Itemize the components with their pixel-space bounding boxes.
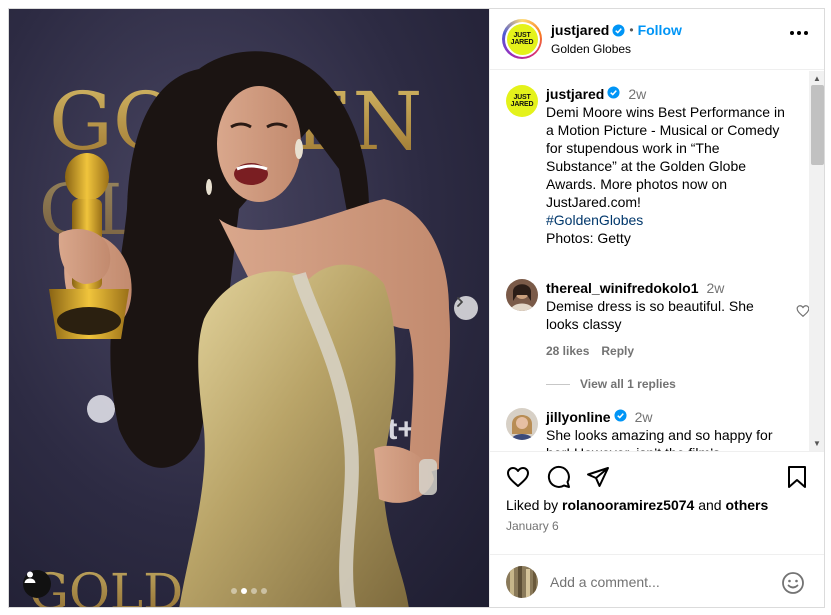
liked-by-text: Liked by rolanooramirez5074 and others: [506, 497, 769, 513]
comment-text: Demise dress is so beautiful. She looks …: [546, 298, 754, 332]
comments-scrollbar[interactable]: ▲ ▼: [809, 71, 824, 451]
comment-timestamp[interactable]: 2w: [635, 409, 653, 425]
tagged-users-button[interactable]: [23, 570, 51, 598]
separator-dot: •: [629, 23, 634, 37]
post-photo[interactable]: GO EN GL GOLD nt+: [9, 9, 489, 608]
post-modal: GO EN GL GOLD nt+: [8, 8, 825, 608]
post-side-panel: JUST JARED justjared • Follow Golden Glob…: [489, 9, 824, 607]
commenter-avatar[interactable]: [506, 279, 538, 311]
verified-badge-icon: [612, 23, 625, 37]
emoji-picker-icon[interactable]: [781, 571, 805, 600]
carousel-dot: [261, 588, 267, 594]
post-date[interactable]: January 6: [506, 519, 559, 533]
liked-by-user[interactable]: rolanooramirez5074: [562, 497, 694, 513]
view-replies-button[interactable]: View all 1 replies: [546, 377, 676, 391]
user-icon: [24, 571, 36, 583]
scrollbar-thumb[interactable]: [811, 85, 824, 165]
carousel-dot: [231, 588, 237, 594]
justjared-logo: JUST JARED: [506, 23, 538, 55]
current-user-avatar: [506, 566, 538, 598]
carousel-dot: [241, 588, 247, 594]
comment-bubble-icon[interactable]: [547, 465, 571, 494]
commenter-avatar[interactable]: [506, 408, 538, 440]
add-comment-input[interactable]: [550, 574, 770, 590]
comment-item: jillyonline 2w She looks amazing and so h…: [506, 408, 796, 451]
scroll-up-arrow-icon[interactable]: ▲: [813, 74, 821, 83]
photo-illustration: GO EN GL GOLD nt+: [29, 51, 451, 608]
caption-author-username[interactable]: justjared: [546, 86, 604, 102]
carousel-indicator: [231, 588, 267, 594]
caption-credit: Photos: Getty: [546, 230, 631, 246]
comment-likes-count[interactable]: 28 likes: [546, 342, 589, 360]
author-username[interactable]: justjared: [551, 22, 609, 38]
next-photo-button[interactable]: [454, 296, 478, 320]
reply-button[interactable]: Reply: [601, 342, 634, 360]
post-location[interactable]: Golden Globes: [551, 42, 682, 56]
like-comment-heart-icon[interactable]: [796, 304, 810, 323]
comments-list: JUST JARED justjared 2w Demi Moore wins Be…: [490, 71, 824, 451]
comment-item: thereal_winifredokolo1 2w Demise dress is…: [506, 279, 810, 360]
add-comment-bar: [490, 554, 824, 607]
caption-author-avatar[interactable]: JUST JARED: [506, 85, 538, 117]
caption-timestamp[interactable]: 2w: [628, 86, 646, 102]
follow-button[interactable]: Follow: [638, 22, 682, 38]
caption-hashtag[interactable]: #GoldenGlobes: [546, 211, 791, 229]
verified-badge-icon: [614, 409, 627, 422]
like-heart-icon[interactable]: [505, 465, 531, 494]
save-bookmark-icon[interactable]: [787, 465, 807, 494]
author-avatar[interactable]: JUST JARED: [502, 19, 542, 59]
chevron-right-icon: [457, 297, 463, 307]
commenter-username[interactable]: thereal_winifredokolo1: [546, 280, 698, 296]
more-options-icon[interactable]: [790, 31, 808, 35]
scroll-down-arrow-icon[interactable]: ▼: [813, 439, 821, 448]
commenter-username[interactable]: jillyonline: [546, 409, 611, 425]
svg-text:GOLD: GOLD: [29, 563, 183, 608]
comment-text: She looks amazing and so happy for her! …: [546, 427, 773, 451]
share-send-icon[interactable]: [586, 465, 610, 494]
post-header: JUST JARED justjared • Follow Golden Glob…: [490, 9, 824, 70]
caption-text: Demi Moore wins Best Performance in a Mo…: [546, 104, 785, 210]
carousel-dot: [251, 588, 257, 594]
verified-badge-icon: [607, 86, 620, 99]
liked-by-others[interactable]: others: [725, 497, 768, 513]
comment-timestamp[interactable]: 2w: [706, 280, 724, 296]
post-caption: JUST JARED justjared 2w Demi Moore wins Be…: [506, 85, 796, 247]
